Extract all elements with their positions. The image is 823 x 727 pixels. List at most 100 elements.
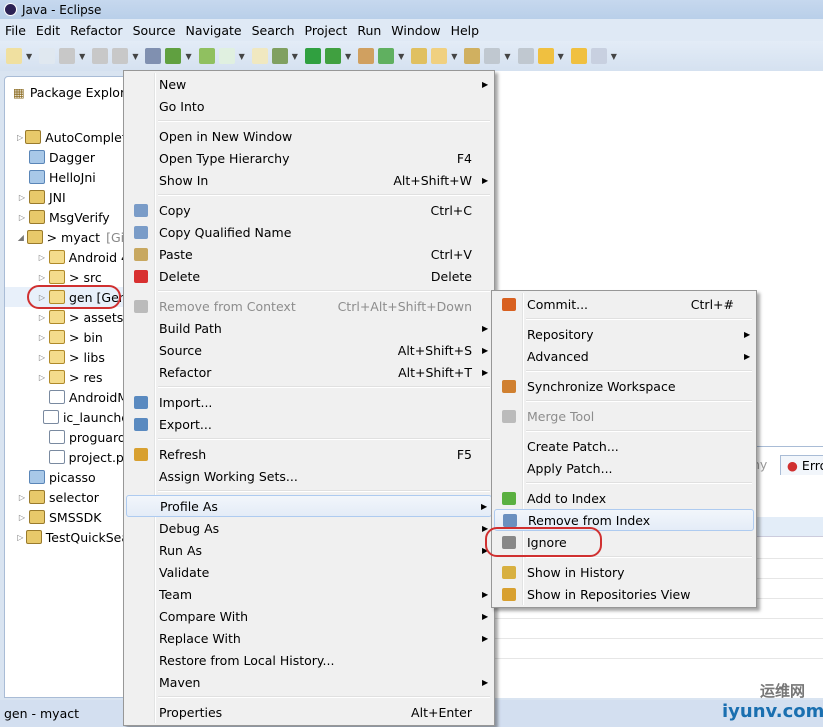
dropdown-arrow-icon[interactable]: ▼	[292, 52, 298, 61]
toolbar-button-icon[interactable]	[324, 48, 341, 64]
menu-run[interactable]: Run	[352, 23, 386, 38]
menu-window[interactable]: Window	[386, 23, 445, 38]
menu-item-go-into[interactable]: Go Into	[126, 95, 492, 117]
expand-toggle-icon[interactable]: ▷	[17, 213, 27, 222]
menu-navigate[interactable]: Navigate	[181, 23, 247, 38]
menu-item-delete[interactable]: Delete Delete	[126, 265, 492, 287]
error-log-tab[interactable]: ●Erro	[780, 455, 823, 475]
expand-toggle-icon[interactable]: ▷	[17, 493, 27, 502]
menu-item-source[interactable]: Source Alt+Shift+S ▶	[126, 339, 492, 361]
toolbar-button-icon[interactable]	[378, 48, 395, 64]
menu-edit[interactable]: Edit	[31, 23, 65, 38]
menu-item-build-path[interactable]: Build Path ▶	[126, 317, 492, 339]
toolbar-button-icon[interactable]	[92, 48, 109, 64]
menu-item-open-in-new-window[interactable]: Open in New Window	[126, 125, 492, 147]
menu-item-refresh[interactable]: Refresh F5	[126, 443, 492, 465]
menu-item-validate[interactable]: Validate	[126, 561, 492, 583]
toolbar-button-icon[interactable]	[517, 48, 534, 64]
menu-item-replace-with[interactable]: Replace With ▶	[126, 627, 492, 649]
expand-toggle-icon[interactable]: ▷	[17, 193, 27, 202]
menu-refactor[interactable]: Refactor	[65, 23, 127, 38]
toolbar-button-icon[interactable]	[165, 48, 182, 64]
tree-item[interactable]: ▷ TestQuickSea	[5, 527, 129, 547]
menu-item-show-in[interactable]: Show In Alt+Shift+W ▶	[126, 169, 492, 191]
toolbar-button-icon[interactable]	[484, 48, 501, 64]
menu-item-synchronize-workspace[interactable]: Synchronize Workspace	[494, 375, 754, 397]
toolbar-button-icon[interactable]	[411, 48, 428, 64]
toolbar-button-icon[interactable]	[59, 48, 76, 64]
expand-toggle-icon[interactable]: ▷	[17, 133, 23, 142]
toolbar-button-icon[interactable]	[39, 48, 56, 64]
menu-item-remove-from-context[interactable]: Remove from Context Ctrl+Alt+Shift+Down	[126, 295, 492, 317]
tree-item[interactable]: ▷ > src	[5, 267, 129, 287]
tree-item[interactable]: ▷ selector	[5, 487, 129, 507]
menu-item-paste[interactable]: Paste Ctrl+V	[126, 243, 492, 265]
menu-item-profile-as[interactable]: Profile As ▶	[126, 495, 492, 517]
toolbar-button-icon[interactable]	[198, 48, 215, 64]
menu-item-open-type-hierarchy[interactable]: Open Type Hierarchy F4	[126, 147, 492, 169]
toolbar-button-icon[interactable]	[218, 48, 235, 64]
menu-item-new[interactable]: New ▶	[126, 73, 492, 95]
menu-project[interactable]: Project	[300, 23, 353, 38]
tree-item[interactable]: proguard	[5, 427, 129, 447]
dropdown-arrow-icon[interactable]: ▼	[451, 52, 457, 61]
menu-item-properties[interactable]: Properties Alt+Enter	[126, 701, 492, 723]
tree-item[interactable]: ▷ SMSSDK	[5, 507, 129, 527]
menu-item-run-as[interactable]: Run As ▶	[126, 539, 492, 561]
expand-toggle-icon[interactable]: ▷	[37, 353, 47, 362]
menu-item-import[interactable]: Import...	[126, 391, 492, 413]
dropdown-arrow-icon[interactable]: ▼	[345, 52, 351, 61]
dropdown-arrow-icon[interactable]: ▼	[79, 52, 85, 61]
toolbar-button-icon[interactable]	[304, 48, 321, 64]
menu-item-apply-patch[interactable]: Apply Patch...	[494, 457, 754, 479]
toolbar-button-icon[interactable]	[570, 48, 587, 64]
expand-toggle-icon[interactable]: ▷	[37, 253, 47, 262]
expand-toggle-icon[interactable]: ▷	[37, 273, 47, 282]
expand-toggle-icon[interactable]: ◢	[17, 233, 25, 242]
tree-item[interactable]: ▷ > bin	[5, 327, 129, 347]
menu-item-show-in-repositories-view[interactable]: Show in Repositories View	[494, 583, 754, 605]
menu-item-commit[interactable]: Commit... Ctrl+#	[494, 293, 754, 315]
tree-item[interactable]: project.pr	[5, 447, 129, 467]
dropdown-arrow-icon[interactable]: ▼	[611, 52, 617, 61]
menu-item-repository[interactable]: Repository ▶	[494, 323, 754, 345]
tree-item[interactable]: ▷ > res	[5, 367, 129, 387]
dropdown-arrow-icon[interactable]: ▼	[239, 52, 245, 61]
menu-item-team[interactable]: Team ▶	[126, 583, 492, 605]
tree-item[interactable]: ▷ > assets	[5, 307, 129, 327]
tree-item[interactable]: ▷ > libs	[5, 347, 129, 367]
toolbar-button-icon[interactable]	[112, 48, 129, 64]
menu-item-add-to-index[interactable]: Add to Index	[494, 487, 754, 509]
tree-item[interactable]: ▷ MsgVerify	[5, 207, 129, 227]
menu-item-maven[interactable]: Maven ▶	[126, 671, 492, 693]
dropdown-arrow-icon[interactable]: ▼	[504, 52, 510, 61]
tree-item[interactable]: picasso	[5, 467, 129, 487]
toolbar-button-icon[interactable]	[464, 48, 481, 64]
expand-toggle-icon[interactable]: ▷	[37, 373, 47, 382]
menu-source[interactable]: Source	[128, 23, 181, 38]
toolbar-button-icon[interactable]	[590, 48, 607, 64]
menu-item-debug-as[interactable]: Debug As ▶	[126, 517, 492, 539]
dropdown-arrow-icon[interactable]: ▼	[398, 52, 404, 61]
menu-item-restore-from-local-history[interactable]: Restore from Local History...	[126, 649, 492, 671]
dropdown-arrow-icon[interactable]: ▼	[558, 52, 564, 61]
package-explorer-tab[interactable]: ▦ Package Explore	[13, 85, 133, 100]
toolbar-button-icon[interactable]	[251, 48, 268, 64]
menu-item-create-patch[interactable]: Create Patch...	[494, 435, 754, 457]
toolbar-button-icon[interactable]	[145, 48, 162, 64]
dropdown-arrow-icon[interactable]: ▼	[132, 52, 138, 61]
tree-item[interactable]: ic_launche	[5, 407, 129, 427]
dropdown-arrow-icon[interactable]: ▼	[185, 52, 191, 61]
menu-file[interactable]: File	[0, 23, 31, 38]
tree-item[interactable]: ▷ AutoComplete	[5, 127, 129, 147]
toolbar-button-icon[interactable]	[271, 48, 288, 64]
menu-item-copy-qualified-name[interactable]: Copy Qualified Name	[126, 221, 492, 243]
expand-toggle-icon[interactable]: ▷	[37, 333, 47, 342]
menu-item-assign-working-sets[interactable]: Assign Working Sets...	[126, 465, 492, 487]
tree-item[interactable]: Dagger	[5, 147, 129, 167]
menu-item-refactor[interactable]: Refactor Alt+Shift+T ▶	[126, 361, 492, 383]
dropdown-arrow-icon[interactable]: ▼	[26, 52, 32, 61]
menu-help[interactable]: Help	[446, 23, 485, 38]
tree-item[interactable]: HelloJni	[5, 167, 129, 187]
menu-search[interactable]: Search	[247, 23, 300, 38]
